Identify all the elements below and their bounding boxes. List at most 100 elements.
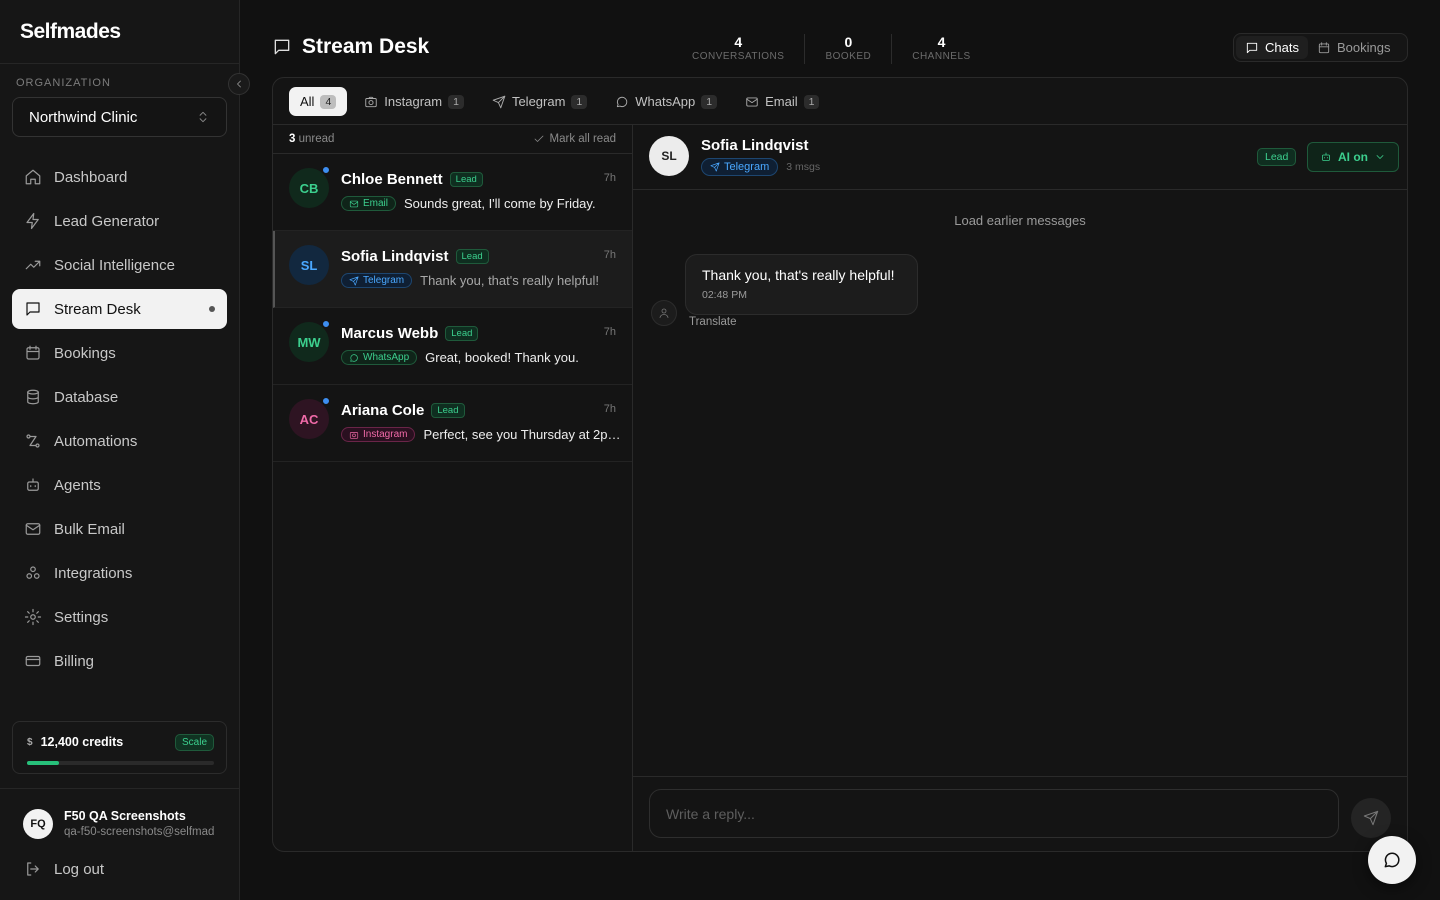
stats-bar: 4 CONVERSATIONS 0 BOOKED 4 CHANNELS bbox=[672, 34, 991, 64]
avatar: MW bbox=[289, 320, 330, 362]
mark-all-read-button[interactable]: Mark all read bbox=[533, 133, 616, 145]
sidebar-item-agents[interactable]: Agents bbox=[12, 465, 227, 505]
sidebar-item-bulk-email[interactable]: Bulk Email bbox=[12, 509, 227, 549]
page-title: Stream Desk bbox=[272, 35, 429, 59]
sidebar-item-bookings[interactable]: Bookings bbox=[12, 333, 227, 373]
credits-row: $ 12,400 credits bbox=[27, 735, 123, 749]
load-earlier-button[interactable]: Load earlier messages bbox=[633, 213, 1407, 228]
brand-logo[interactable]: Selfmades bbox=[20, 20, 121, 44]
support-chat-button[interactable] bbox=[1368, 836, 1416, 884]
conversation-preview-row: Telegram Thank you, that's really helpfu… bbox=[341, 273, 621, 288]
sender-avatar bbox=[651, 300, 677, 326]
reply-input[interactable] bbox=[649, 789, 1339, 838]
conversation-item[interactable]: MW Marcus Webb Lead 7h WhatsApp Great, bo… bbox=[273, 308, 632, 385]
organization-select[interactable]: Northwind Clinic bbox=[12, 97, 227, 137]
sidebar-item-billing[interactable]: Billing bbox=[12, 641, 227, 681]
chats-view-button[interactable]: Chats bbox=[1236, 36, 1308, 59]
tab-telegram[interactable]: Telegram 1 bbox=[481, 87, 598, 116]
translate-button[interactable]: Translate bbox=[689, 316, 737, 328]
tab-label: Instagram bbox=[384, 94, 443, 109]
bookings-label: Bookings bbox=[1336, 40, 1391, 55]
whatsapp-icon bbox=[350, 353, 358, 362]
message-bubble: Thank you, that's really helpful! 02:48 … bbox=[685, 254, 918, 315]
channel-badge-whatsapp: WhatsApp bbox=[341, 350, 418, 365]
send-button[interactable] bbox=[1351, 798, 1391, 838]
sidebar-item-label: Lead Generator bbox=[54, 212, 160, 230]
lead-badge: Lead bbox=[445, 326, 479, 341]
avatar[interactable]: SL bbox=[649, 136, 689, 176]
integrations-icon bbox=[26, 566, 40, 579]
tab-whatsapp[interactable]: WhatsApp 1 bbox=[604, 87, 728, 116]
logout-icon bbox=[27, 862, 39, 876]
camera-icon bbox=[365, 96, 378, 107]
credits-progress-fill bbox=[27, 761, 59, 765]
tab-all[interactable]: All 4 bbox=[289, 87, 348, 116]
unread-number: 3 bbox=[289, 132, 296, 145]
logout-button[interactable]: Log out bbox=[24, 860, 104, 878]
mail-icon bbox=[746, 96, 758, 107]
chat-icon bbox=[274, 39, 290, 55]
sidebar-item-integrations[interactable]: Integrations bbox=[12, 553, 227, 593]
mark-all-read-label: Mark all read bbox=[549, 132, 616, 145]
message-preview: Thank you, that's really helpful! bbox=[420, 273, 599, 288]
workflow-icon bbox=[26, 434, 40, 448]
conversation-time: 7h bbox=[603, 249, 616, 261]
tab-count: 1 bbox=[701, 94, 718, 109]
conversation-time: 7h bbox=[603, 172, 616, 184]
sidebar-item-label: Settings bbox=[54, 608, 109, 626]
divider bbox=[0, 63, 239, 64]
tab-instagram[interactable]: Instagram 1 bbox=[353, 87, 475, 116]
message-preview: Sounds great, I'll come by Friday. bbox=[404, 196, 596, 211]
send-icon bbox=[1363, 810, 1379, 826]
unread-count: 3 unread bbox=[289, 133, 334, 145]
contact-name: Marcus Webb bbox=[341, 325, 439, 342]
collapse-sidebar-button[interactable] bbox=[228, 73, 250, 95]
conversation-time: 7h bbox=[603, 326, 616, 338]
stat-value: 4 bbox=[937, 34, 946, 50]
stat-channels: 4 CHANNELS bbox=[892, 34, 990, 64]
unread-dot bbox=[322, 166, 330, 174]
sidebar-item-label: Social Intelligence bbox=[54, 256, 175, 274]
bookings-view-button[interactable]: Bookings bbox=[1308, 36, 1399, 59]
plan-badge: Scale bbox=[174, 734, 214, 751]
message-count: 3 msgs bbox=[786, 161, 821, 173]
sidebar-item-settings[interactable]: Settings bbox=[12, 597, 227, 637]
sidebar-item-stream-desk[interactable]: Stream Desk bbox=[12, 289, 227, 329]
avatar-initials: AC bbox=[299, 411, 319, 427]
conversation-item[interactable]: CB Chloe Bennett Lead 7h Email Sounds gre… bbox=[273, 154, 632, 231]
credits-card[interactable]: $ 12,400 credits Scale bbox=[12, 721, 227, 774]
bolt-icon bbox=[26, 212, 39, 230]
sidebar-item-social-intelligence[interactable]: Social Intelligence bbox=[12, 245, 227, 285]
sidebar-item-dashboard[interactable]: Dashboard bbox=[12, 157, 227, 197]
tab-email[interactable]: Email 1 bbox=[734, 87, 830, 116]
organization-name: Northwind Clinic bbox=[29, 108, 138, 126]
avatar: AC bbox=[289, 397, 330, 439]
sidebar-item-label: Stream Desk bbox=[54, 300, 141, 318]
contact-name: Sofia Lindqvist bbox=[341, 248, 449, 265]
chat-header: SL Sofia Lindqvist Telegram 3 msgs Lead … bbox=[633, 124, 1407, 190]
sidebar-item-automations[interactable]: Automations bbox=[12, 421, 227, 461]
sidebar-item-label: Database bbox=[54, 388, 119, 406]
tab-label: All bbox=[300, 94, 315, 109]
chat-contact-name: Sofia Lindqvist bbox=[701, 137, 809, 154]
calendar-icon bbox=[1318, 41, 1330, 53]
avatar[interactable]: FQ bbox=[23, 809, 53, 839]
conversation-name: Sofia Lindqvist Lead bbox=[341, 248, 489, 265]
avatar: CB bbox=[289, 166, 330, 208]
sidebar-item-lead-generator[interactable]: Lead Generator bbox=[12, 201, 227, 241]
ai-toggle-button[interactable]: AI on bbox=[1307, 142, 1399, 172]
channel-label: Email bbox=[363, 198, 389, 209]
page-title-text: Stream Desk bbox=[302, 35, 430, 58]
conversation-item[interactable]: SL Sofia Lindqvist Lead 7h Telegram Thank… bbox=[273, 231, 632, 308]
sidebar-item-database[interactable]: Database bbox=[12, 377, 227, 417]
chat-view: SL Sofia Lindqvist Telegram 3 msgs Lead … bbox=[633, 124, 1407, 851]
chat-icon bbox=[1246, 42, 1258, 53]
organization-label: ORGANIZATION bbox=[16, 77, 111, 89]
conversation-name: Chloe Bennett Lead bbox=[341, 171, 483, 188]
conversation-item[interactable]: AC Ariana Cole Lead 7h Instagram Perfect,… bbox=[273, 385, 632, 462]
tab-label: Telegram bbox=[511, 94, 566, 109]
lead-badge: Lead bbox=[431, 403, 465, 418]
gear-icon bbox=[24, 608, 42, 626]
sidebar-item-label: Billing bbox=[54, 652, 95, 670]
tab-label: Email bbox=[765, 94, 798, 109]
